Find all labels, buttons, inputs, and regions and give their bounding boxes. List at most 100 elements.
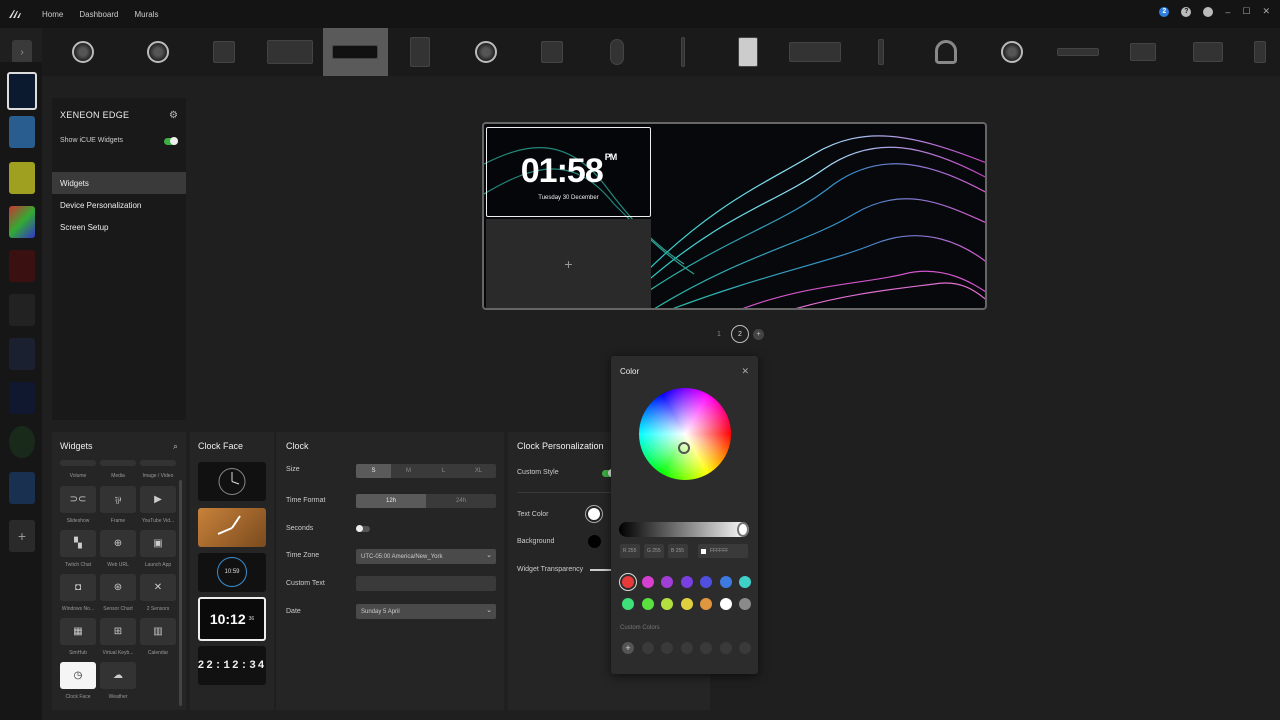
device-fan-1[interactable] [42, 28, 125, 76]
clockface-flip[interactable]: 22:12:34 [198, 646, 266, 685]
custom-text-input[interactable] [356, 576, 496, 591]
size-m[interactable]: M [391, 464, 426, 478]
widgets-scrollbar[interactable] [179, 480, 182, 706]
preset-color-swatch[interactable] [622, 576, 634, 588]
clockface-analog-dark[interactable] [198, 462, 266, 501]
format-24h[interactable]: 24h [426, 494, 496, 508]
add-profile-button[interactable]: + [9, 520, 35, 552]
maximize-button[interactable]: ☐ [1242, 6, 1250, 17]
clockface-digital-round[interactable]: 10:59 [198, 553, 266, 592]
clockface-digital-large[interactable]: 10:12 36 [198, 597, 266, 641]
custom-color-slot[interactable] [680, 642, 693, 654]
device-case[interactable] [388, 28, 453, 76]
widget-tile-sensor[interactable]: ⊛ [100, 574, 136, 601]
preset-color-swatch[interactable] [680, 598, 693, 610]
widget-tile-weather[interactable]: ☁ [100, 662, 136, 689]
widget-tile-sensors[interactable]: ✕ [140, 574, 176, 601]
hex-field[interactable]: FFFFFF [698, 544, 748, 558]
device-headset[interactable] [913, 28, 980, 76]
device-fan-2[interactable] [125, 28, 192, 76]
menu-device-personalization[interactable]: Device Personalization [52, 194, 186, 216]
custom-color-slot[interactable] [641, 642, 654, 654]
page-2[interactable]: 2 [731, 325, 749, 343]
color-wheel[interactable] [639, 388, 731, 480]
profile-game-4[interactable] [9, 382, 35, 414]
expand-sidebar-button[interactable]: › [12, 40, 32, 64]
size-l[interactable]: L [426, 464, 461, 478]
background-color-swatch[interactable] [588, 535, 601, 548]
b-field[interactable]: B 255 [668, 544, 688, 558]
brightness-slider[interactable] [619, 522, 749, 537]
widget-tile-media[interactable] [100, 460, 136, 466]
custom-color-slot[interactable] [719, 642, 732, 654]
color-wheel-handle[interactable] [678, 442, 690, 454]
preset-color-swatch[interactable] [739, 598, 751, 610]
widget-tile-youtube[interactable]: ▶ [140, 486, 176, 513]
settings-gear-icon[interactable] [1203, 6, 1214, 17]
profile-game-3[interactable] [9, 338, 35, 370]
device-usb[interactable] [850, 28, 913, 76]
device-keypad[interactable] [1176, 28, 1241, 76]
close-window-button[interactable]: ✕ [1262, 6, 1270, 17]
nav-home[interactable]: Home [42, 10, 63, 19]
preset-color-swatch[interactable] [700, 598, 712, 610]
widget-tile-launch[interactable]: ▣ [140, 530, 176, 557]
device-more[interactable] [1241, 28, 1280, 76]
add-custom-color-button[interactable]: + [622, 642, 634, 654]
device-cooler[interactable] [191, 28, 256, 76]
notification-badge[interactable]: 2 [1159, 6, 1170, 17]
device-aio[interactable] [979, 28, 1044, 76]
custom-color-slot[interactable] [661, 642, 673, 654]
search-icon[interactable]: ⌕ [173, 441, 178, 452]
profile-warzone[interactable] [9, 294, 35, 326]
clockface-analog-orange[interactable] [198, 508, 266, 547]
profile-battlefield[interactable] [9, 250, 35, 282]
minimize-button[interactable]: – [1225, 7, 1230, 17]
profile-power[interactable] [9, 426, 35, 458]
profile-hex-yellow[interactable] [9, 162, 35, 194]
device-fan-3[interactable] [453, 28, 520, 76]
seconds-toggle[interactable] [356, 525, 370, 532]
device-keyboard[interactable] [781, 28, 850, 76]
widget-tile-volume[interactable] [60, 460, 96, 466]
preset-color-swatch[interactable] [622, 598, 634, 610]
add-widget-slot[interactable]: + [486, 219, 651, 308]
brightness-slider-handle[interactable] [737, 522, 749, 537]
profile-xeneon-selected[interactable] [7, 72, 37, 110]
device-pump[interactable] [520, 28, 585, 76]
widget-tile-globe[interactable]: ⊕ [100, 530, 136, 557]
menu-screen-setup[interactable]: Screen Setup [52, 216, 186, 238]
preset-color-swatch[interactable] [661, 598, 673, 610]
g-field[interactable]: G 255 [644, 544, 664, 558]
add-page-button[interactable]: + [753, 328, 764, 340]
widget-tile-simhub[interactable]: ▦ [60, 618, 96, 645]
text-color-swatch[interactable] [586, 506, 602, 522]
preset-color-swatch[interactable] [719, 576, 732, 588]
nav-dashboard[interactable]: Dashboard [79, 10, 118, 19]
preset-color-swatch[interactable] [641, 576, 654, 588]
widget-tile-image[interactable] [140, 460, 176, 466]
preset-color-swatch[interactable] [700, 576, 712, 588]
size-s[interactable]: S [356, 464, 391, 478]
device-ram[interactable] [1044, 28, 1111, 76]
profile-bluetooth[interactable] [9, 472, 35, 504]
device-stand[interactable] [649, 28, 716, 76]
device-mouse[interactable] [584, 28, 649, 76]
clock-widget-preview[interactable]: 01:58 PM Tuesday 30 December [486, 127, 651, 217]
widget-tile-slideshow[interactable]: ⊃⊂ [60, 486, 96, 513]
close-icon[interactable]: ✕ [741, 366, 749, 377]
profile-hex-blue[interactable] [9, 116, 35, 148]
widget-tile-notification[interactable]: ◘ [60, 574, 96, 601]
timezone-dropdown[interactable]: UTC-05:00 America/New_York ⌄ [356, 549, 496, 564]
widget-tile-clock[interactable]: ◷ [60, 662, 96, 689]
device-controller[interactable] [1111, 28, 1176, 76]
page-1[interactable]: 1 [711, 326, 727, 342]
show-widgets-toggle[interactable] [164, 137, 178, 145]
format-12h[interactable]: 12h [356, 494, 426, 508]
widget-tile-frame[interactable]: ⅌ [100, 486, 136, 513]
custom-color-slot[interactable] [700, 642, 712, 654]
gear-icon[interactable]: ⚙ [169, 110, 178, 121]
size-xl[interactable]: XL [461, 464, 496, 478]
nav-murals[interactable]: Murals [134, 10, 158, 19]
preset-color-swatch[interactable] [739, 576, 751, 588]
